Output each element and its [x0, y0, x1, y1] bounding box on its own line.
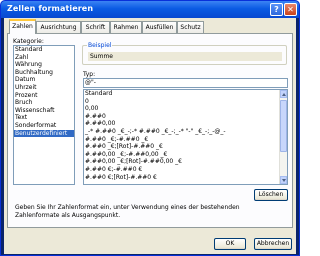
- tab-ausrichtung[interactable]: Ausrichtung: [36, 21, 81, 33]
- tab-panel-zahlen: Kategorie: Standard Zahl Währung Buchhaltun…: [7, 33, 293, 228]
- title-bar[interactable]: Zellen formatieren ? ✕: [1, 1, 299, 18]
- type-format-list[interactable]: Standard 0 0,00 #.##0 #.##0,00 _-* #.##0 _€_-…: [83, 89, 288, 185]
- type-format-item[interactable]: Standard: [84, 90, 279, 98]
- sample-value: Summe: [88, 52, 282, 61]
- category-item[interactable]: Sonderformat: [14, 122, 74, 130]
- type-format-item[interactable]: 0: [84, 98, 279, 106]
- category-item[interactable]: Wissenschaft: [14, 107, 74, 115]
- type-format-item[interactable]: #.##0 €;-#.##0 €: [84, 166, 279, 174]
- scroll-down-icon[interactable]: [280, 176, 287, 184]
- dialog-client: Zahlen Ausrichtung Schrift Rahmen Ausfül…: [4, 18, 296, 254]
- category-item[interactable]: Zahl: [14, 54, 74, 62]
- type-list-scrollbar[interactable]: [279, 90, 287, 184]
- scroll-thumb[interactable]: [280, 100, 287, 152]
- type-format-item[interactable]: #.##0,00 _€;[Rot]-#.##0,00 _€: [84, 158, 279, 166]
- type-format-item[interactable]: #.##0,00 _€;-#.##0,00 _€: [84, 151, 279, 159]
- ok-button[interactable]: OK: [214, 238, 246, 250]
- category-item[interactable]: Benutzerdefiniert: [14, 129, 74, 138]
- help-button[interactable]: ?: [270, 3, 283, 16]
- tab-schrift[interactable]: Schrift: [81, 21, 110, 33]
- category-item[interactable]: Standard: [14, 46, 74, 54]
- category-item[interactable]: Bruch: [14, 99, 74, 107]
- category-item[interactable]: Datum: [14, 76, 74, 84]
- type-format-item[interactable]: #.##0 €;[Rot]-#.##0 €: [84, 174, 279, 182]
- type-input[interactable]: @"-: [83, 78, 288, 88]
- category-item[interactable]: Währung: [14, 61, 74, 69]
- category-list[interactable]: Standard Zahl Währung Buchhaltung Datum Uhrze…: [13, 45, 75, 185]
- tab-rahmen[interactable]: Rahmen: [110, 21, 142, 33]
- tab-schutz[interactable]: Schutz: [177, 21, 204, 33]
- type-label: Typ:: [83, 71, 96, 78]
- type-format-item[interactable]: #.##0 _€;[Rot]-#.##0 _€: [84, 143, 279, 151]
- scroll-up-icon[interactable]: [280, 90, 287, 98]
- description-text: Geben Sie Ihr Zahlenformat ein, unter Ve…: [15, 204, 240, 219]
- window-title: Zellen formatieren: [7, 4, 94, 13]
- tab-ausfuellen[interactable]: Ausfüllen: [142, 21, 177, 33]
- sample-group: Beispiel Summe: [82, 42, 287, 65]
- type-format-item[interactable]: #.##0 _€;-#.##0 _€: [84, 136, 279, 144]
- category-label: Kategorie:: [13, 38, 44, 45]
- cancel-button[interactable]: Abbrechen: [254, 238, 292, 250]
- delete-button[interactable]: Löschen: [254, 189, 288, 201]
- type-format-item[interactable]: 0,00: [84, 105, 279, 113]
- category-item[interactable]: Uhrzeit: [14, 84, 74, 92]
- tab-zahlen[interactable]: Zahlen: [9, 19, 36, 34]
- type-format-item[interactable]: #.##0,00: [84, 120, 279, 128]
- category-item[interactable]: Text: [14, 114, 74, 122]
- category-item[interactable]: Prozent: [14, 92, 74, 100]
- category-item[interactable]: Buchhaltung: [14, 69, 74, 77]
- close-button[interactable]: ✕: [284, 3, 297, 16]
- type-format-item[interactable]: #.##0: [84, 113, 279, 121]
- type-format-item[interactable]: _-* #.##0 _€_-;-* #.##0 _€_-;_-* "-" _€_…: [84, 128, 279, 136]
- sample-label: Beispiel: [87, 42, 113, 49]
- dialog-window: Zellen formatieren ? ✕ Zahlen Ausrichtun…: [0, 0, 300, 256]
